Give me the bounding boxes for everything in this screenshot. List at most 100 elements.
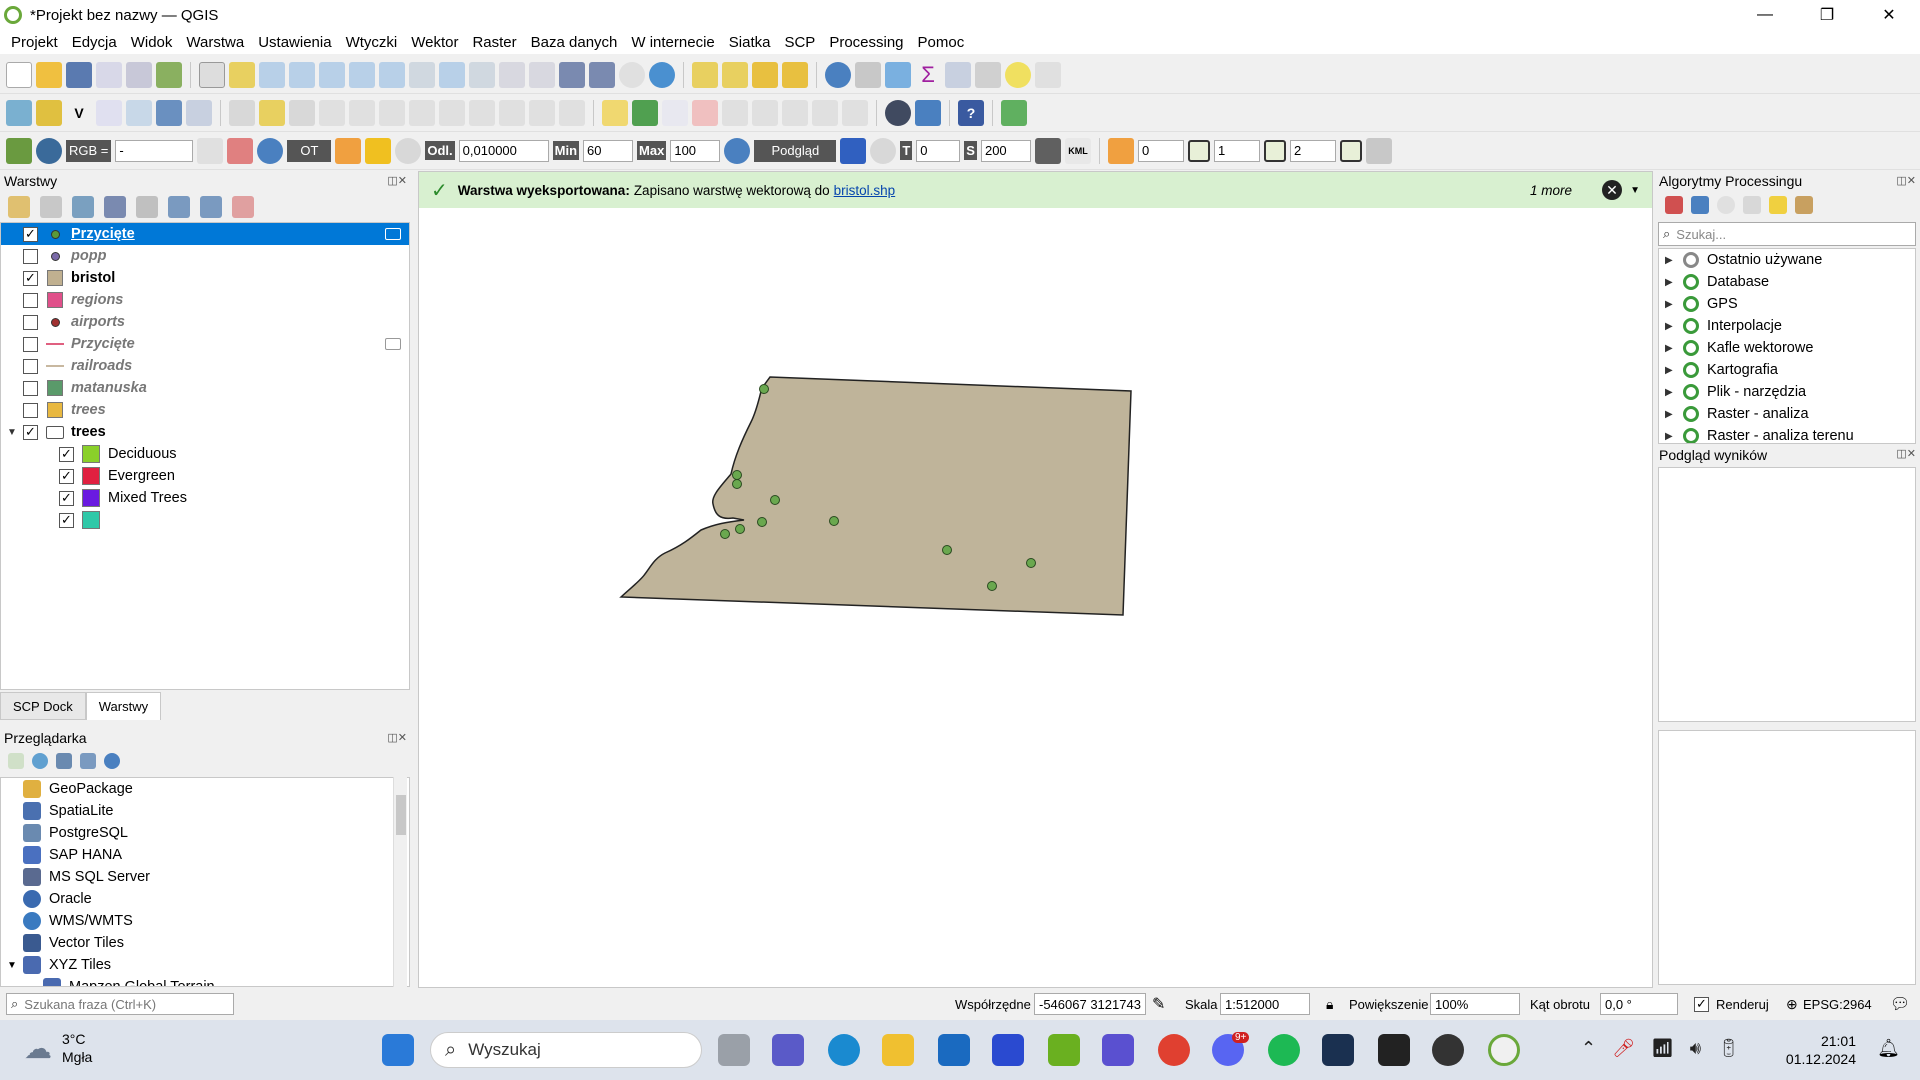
microphone-icon[interactable]: 🎤︎ <box>1612 1038 1635 1059</box>
python-scripts-icon[interactable] <box>1691 196 1709 214</box>
category-checkbox[interactable]: ✓ <box>59 446 74 462</box>
steam-icon[interactable] <box>1322 1034 1354 1066</box>
filter-expression-icon[interactable] <box>136 196 158 218</box>
scale-input[interactable]: 1:512000 <box>1220 993 1310 1015</box>
browser-float-close-icon[interactable]: ◫✕ <box>387 731 407 744</box>
scp-redo-preview-icon[interactable] <box>870 137 897 164</box>
temporal-icon[interactable] <box>619 61 645 88</box>
layer-visibility-checkbox[interactable] <box>23 314 38 330</box>
layer-row[interactable]: ✓ Przycięte <box>1 223 409 245</box>
legend-category-row[interactable]: ✓ Mixed Trees <box>1 487 409 509</box>
scp-preview-zoom-icon[interactable] <box>724 137 751 164</box>
legend-category-row[interactable]: ✓ <box>1 509 409 531</box>
zoom-selection-icon[interactable] <box>349 61 375 88</box>
add-geopackage-icon[interactable] <box>36 99 62 126</box>
pin-label-icon[interactable] <box>692 99 718 126</box>
band-next-icon-1[interactable] <box>1187 139 1210 162</box>
weather-widget[interactable]: ☁ 3°C Mgła <box>24 1030 92 1066</box>
show-hide-label-icon[interactable] <box>722 99 748 126</box>
pan-icon[interactable] <box>199 61 225 88</box>
select-by-value-icon[interactable] <box>722 61 748 88</box>
layer-row[interactable]: ✓ bristol <box>1 267 409 289</box>
style-manager-icon[interactable] <box>156 61 182 88</box>
attribute-table-icon[interactable] <box>855 61 881 88</box>
layer-visibility-checkbox[interactable] <box>23 402 38 418</box>
message-link[interactable]: bristol.shp <box>834 183 896 198</box>
layer-visibility-checkbox[interactable]: ✓ <box>23 424 38 440</box>
menu-baza-danych[interactable]: Baza danych <box>524 34 625 51</box>
new-3d-map-icon[interactable] <box>529 61 555 88</box>
scp-band-set-icon[interactable] <box>1107 137 1134 164</box>
layer-visibility-checkbox[interactable] <box>23 248 38 264</box>
browser-item[interactable]: WMS/WMTS <box>1 910 409 932</box>
tab-scp-dock[interactable]: SCP Dock <box>0 692 86 720</box>
tray-chevron-icon[interactable]: ⌃ <box>1581 1038 1596 1059</box>
menu-widok[interactable]: Widok <box>124 34 180 51</box>
zoom-in-icon[interactable] <box>259 61 285 88</box>
teams-icon[interactable] <box>772 1034 804 1066</box>
qgis-taskbar-icon[interactable] <box>1488 1034 1520 1066</box>
scp-band-icon[interactable] <box>197 137 224 164</box>
min-input[interactable]: 60 <box>583 139 634 162</box>
message-dropdown-icon[interactable]: ▼ <box>1630 185 1640 196</box>
layer-row[interactable]: trees <box>1 399 409 421</box>
refresh-icon[interactable] <box>649 61 675 88</box>
category-checkbox[interactable]: ✓ <box>59 468 74 484</box>
layout-manager-icon[interactable] <box>126 61 152 88</box>
notification-bell-icon[interactable]: 🔔︎ <box>1877 1038 1900 1059</box>
edge-icon[interactable] <box>828 1034 860 1066</box>
app-icon[interactable] <box>992 1034 1024 1066</box>
coords-input[interactable]: -546067 3121743 <box>1034 993 1146 1015</box>
scp-classification-icon[interactable] <box>840 137 867 164</box>
browser-item[interactable]: SAP HANA <box>1 844 409 866</box>
processing-group[interactable]: ▶ Ostatnio używane <box>1659 249 1915 271</box>
mail-icon[interactable] <box>938 1034 970 1066</box>
minimize-button[interactable]: — <box>1734 0 1796 30</box>
epic-games-icon[interactable] <box>1378 1034 1410 1066</box>
menu-edycja[interactable]: Edycja <box>65 34 124 51</box>
lock-scale-icon[interactable]: 🔒︎ <box>1326 996 1333 1013</box>
deselect-icon[interactable] <box>752 61 778 88</box>
add-virtual-layer-icon[interactable] <box>186 99 212 126</box>
pan-to-selection-icon[interactable] <box>229 61 255 88</box>
help-icon[interactable]: ? <box>958 99 984 126</box>
cut-icon[interactable] <box>439 99 465 126</box>
rotation-input[interactable]: 0,0 ° <box>1600 993 1678 1015</box>
menu-scp[interactable]: SCP <box>777 34 822 51</box>
band-next-icon-2[interactable] <box>1263 139 1286 162</box>
start-button[interactable] <box>382 1034 414 1066</box>
layer-row[interactable]: ▼ ✓ trees <box>1 421 409 443</box>
messages-icon[interactable]: 💬︎ <box>1890 994 1910 1014</box>
menu-w-internecie[interactable]: W internecie <box>624 34 721 51</box>
processing-group[interactable]: ▶ GPS <box>1659 293 1915 315</box>
expand-arrow-icon[interactable]: ▶ <box>1665 387 1679 398</box>
select-location-icon[interactable] <box>782 61 808 88</box>
clock[interactable]: 21:01 01.12.2024 <box>1786 1032 1856 1068</box>
ot-button[interactable]: OT <box>287 139 332 162</box>
diagram-icon[interactable] <box>632 99 658 126</box>
bookmark-icon[interactable] <box>559 61 585 88</box>
add-vector-icon[interactable]: V <box>66 99 92 126</box>
filter-legend-icon[interactable] <box>104 196 126 218</box>
t-input[interactable]: 0 <box>916 139 961 162</box>
menu-ustawienia[interactable]: Ustawienia <box>251 34 338 51</box>
menu-wektor[interactable]: Wektor <box>404 34 465 51</box>
remove-layer-icon[interactable] <box>232 196 254 218</box>
locator-search-input[interactable]: ⌕ Szukana fraza (Ctrl+K) <box>6 993 234 1015</box>
band-next-icon-3[interactable] <box>1339 139 1362 162</box>
odl-input[interactable]: 0,010000 <box>458 139 549 162</box>
expand-arrow-icon[interactable]: ▼ <box>1 427 23 438</box>
browser-refresh-icon[interactable] <box>32 753 48 769</box>
file-explorer-icon[interactable] <box>882 1034 914 1066</box>
add-raster-icon[interactable] <box>156 99 182 126</box>
taskbar-search[interactable]: ⌕ Wyszukaj <box>430 1032 702 1068</box>
layer-visibility-checkbox[interactable] <box>23 380 38 396</box>
max-input[interactable]: 100 <box>670 139 721 162</box>
layer-row[interactable]: matanuska <box>1 377 409 399</box>
change-label-icon[interactable] <box>812 99 838 126</box>
undo-icon[interactable] <box>529 99 555 126</box>
layer-visibility-checkbox[interactable] <box>23 336 38 352</box>
processing-group[interactable]: ▶ Kartografia <box>1659 359 1915 381</box>
category-checkbox[interactable]: ✓ <box>59 512 74 528</box>
expand-arrow-icon[interactable]: ▶ <box>1665 343 1679 354</box>
